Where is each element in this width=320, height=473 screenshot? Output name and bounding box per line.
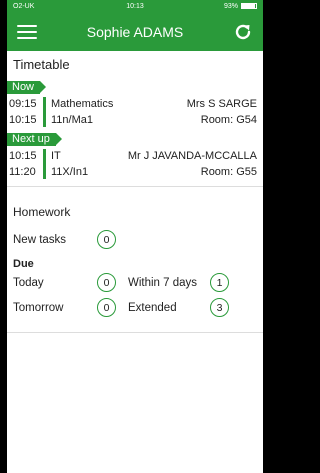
- due-label: Due: [13, 258, 34, 270]
- lesson-subject: Mathematics: [51, 98, 114, 110]
- due-row-2: Tomorrow 0 Extended 3: [7, 295, 263, 320]
- extended-count[interactable]: 3: [210, 298, 229, 317]
- menu-icon[interactable]: [17, 24, 37, 39]
- lesson-end-time: 11:20: [9, 166, 36, 178]
- status-bar: O2-UK 10:13 93%: [7, 0, 263, 12]
- lesson-subject: IT: [51, 150, 61, 162]
- lesson-start-time: 09:15: [9, 98, 37, 110]
- status-right: 93%: [224, 3, 257, 10]
- new-tasks-row[interactable]: New tasks 0: [7, 227, 263, 252]
- within-7-days-count[interactable]: 1: [210, 273, 229, 292]
- lesson-bar: [43, 149, 46, 179]
- lesson-bar: [43, 97, 46, 127]
- battery-icon: [241, 3, 257, 9]
- tomorrow-label: Tomorrow: [13, 301, 64, 314]
- carrier-label: O2-UK: [13, 2, 35, 10]
- lesson-start-time: 10:15: [9, 150, 37, 162]
- phone-screen: O2-UK 10:13 93% Sophie ADAMS Timetable N…: [7, 0, 263, 473]
- today-count[interactable]: 0: [97, 273, 116, 292]
- current-lesson[interactable]: 09:15 10:15 Mathematics Mrs S SARGE 11n/…: [7, 96, 263, 128]
- within-7-days-label: Within 7 days: [128, 276, 198, 289]
- lesson-teacher: Mrs S SARGE: [186, 98, 257, 110]
- tomorrow-count[interactable]: 0: [97, 298, 116, 317]
- student-name: Sophie ADAMS: [86, 23, 184, 40]
- app-header: Sophie ADAMS: [7, 12, 263, 51]
- lesson-group: 11n/Ma1: [51, 114, 93, 126]
- homework-title: Homework: [13, 205, 71, 219]
- timetable-card[interactable]: Timetable Now 09:15 10:15 Mathematics Mr…: [7, 51, 263, 187]
- now-tag: Now: [7, 81, 47, 94]
- next-up-tag: Next up: [7, 133, 62, 146]
- timetable-title: Timetable: [13, 57, 70, 72]
- lesson-room: Room: G55: [200, 166, 257, 178]
- refresh-icon[interactable]: [233, 22, 253, 42]
- new-tasks-count: 0: [97, 230, 116, 249]
- homework-card[interactable]: Homework New tasks 0 Due Today 0 Within …: [7, 197, 263, 333]
- lesson-group: 11X/In1: [51, 166, 89, 178]
- next-lesson[interactable]: 10:15 11:20 IT Mr J JAVANDA-MCCALLA 11X/…: [7, 148, 263, 180]
- extended-label: Extended: [128, 301, 177, 314]
- new-tasks-label: New tasks: [13, 233, 67, 246]
- due-row-1: Today 0 Within 7 days 1: [7, 270, 263, 295]
- battery-percent: 93%: [223, 2, 238, 10]
- today-label: Today: [13, 276, 44, 289]
- lesson-room: Room: G54: [200, 114, 257, 126]
- lesson-end-time: 10:15: [9, 114, 37, 126]
- lesson-teacher: Mr J JAVANDA-MCCALLA: [127, 150, 257, 162]
